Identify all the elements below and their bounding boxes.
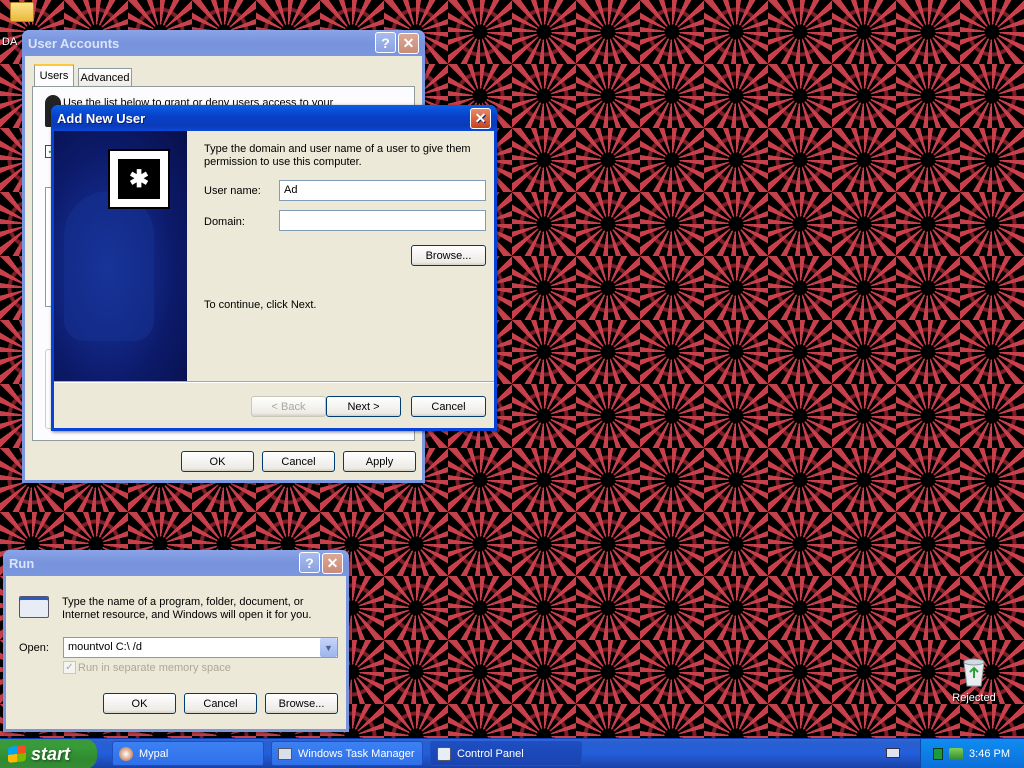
close-button[interactable]: ✕ [470,107,491,129]
open-label: Open: [19,642,49,654]
help-button[interactable]: ? [375,32,396,54]
run-titlebar[interactable]: Run ? ✕ [3,550,349,576]
taskbar-item-label: Windows Task Manager [298,747,415,760]
taskbar-item-label: Control Panel [457,747,524,760]
recycle-bin-graphic [963,658,985,687]
add-new-user-title: Add New User [57,110,146,126]
run-dialog: Run ? ✕ Type the name of a program, folde… [3,550,349,732]
recycle-bin-icon[interactable]: Rejected [946,656,1002,704]
user-accounts-titlebar[interactable]: User Accounts ? ✕ [22,30,425,56]
users-tab[interactable]: Users [34,64,74,86]
advanced-tab[interactable]: Advanced [78,68,132,86]
network-icon[interactable] [933,748,944,760]
user-accounts-title: User Accounts [28,35,120,51]
windows-logo-icon [8,745,26,763]
key-icon: ✱ [108,149,170,209]
control-panel-icon [437,746,451,761]
ok-button[interactable]: OK [103,693,176,714]
run-separate-checkbox[interactable]: ✓ [63,661,76,674]
clock[interactable]: 3:46 PM [969,748,1010,760]
task-manager-icon [278,747,292,760]
close-button[interactable]: ✕ [322,552,343,574]
continue-text: To continue, click Next. [204,299,317,311]
username-label: User name: [204,185,261,197]
instruction-text: Type the domain and user name of a user … [204,143,471,168]
safely-remove-icon[interactable] [949,748,964,760]
apply-button[interactable]: Apply [343,451,416,472]
taskbar-item-label: Mypal [139,747,169,760]
cancel-button[interactable]: Cancel [262,451,335,472]
cancel-button[interactable]: Cancel [411,396,486,417]
add-new-user-titlebar[interactable]: Add New User ✕ [51,105,497,131]
start-label: start [31,743,71,764]
recycle-bin-label: Rejected [952,692,996,704]
mypal-icon [119,746,133,761]
folder-icon [10,2,34,22]
open-input[interactable]: mountvol C:\ /d [63,637,338,658]
run-title: Run [9,555,35,571]
system-tray: 3:46 PM [920,739,1024,768]
browse-button[interactable]: Browse... [265,693,338,714]
domain-label: Domain: [204,216,245,228]
taskbar-item-mypal[interactable]: Mypal [112,741,264,766]
ok-button[interactable]: OK [181,451,254,472]
run-separate-label: Run in separate memory space [78,662,231,674]
start-button[interactable]: start [0,739,97,768]
next-button[interactable]: Next > [326,396,401,417]
browse-button[interactable]: Browse... [411,245,486,266]
taskbar: start Mypal Windows Task Manager Control… [0,738,1024,768]
taskbar-item-task-manager[interactable]: Windows Task Manager [271,741,423,766]
taskbar-item-control-panel[interactable]: Control Panel [430,741,582,766]
username-input[interactable]: Ad [279,180,486,201]
run-icon [19,596,49,618]
users-tab-label: Users [39,70,69,82]
chevron-down-icon[interactable]: ▼ [320,638,337,657]
cancel-button[interactable]: Cancel [184,693,257,714]
wizard-banner: ✱ [54,131,187,381]
run-description: Type the name of a program, folder, docu… [62,596,312,621]
advanced-tab-label: Advanced [80,71,130,84]
separator [54,381,494,383]
keyboard-icon[interactable] [886,748,900,758]
back-button[interactable]: < Back [251,396,326,417]
close-button[interactable]: ✕ [398,32,419,54]
domain-input[interactable] [279,210,486,231]
help-button[interactable]: ? [299,552,320,574]
add-new-user-window: Add New User ✕ ✱ Type the domain and use… [51,105,497,431]
user-silhouette-graphic [64,191,154,341]
